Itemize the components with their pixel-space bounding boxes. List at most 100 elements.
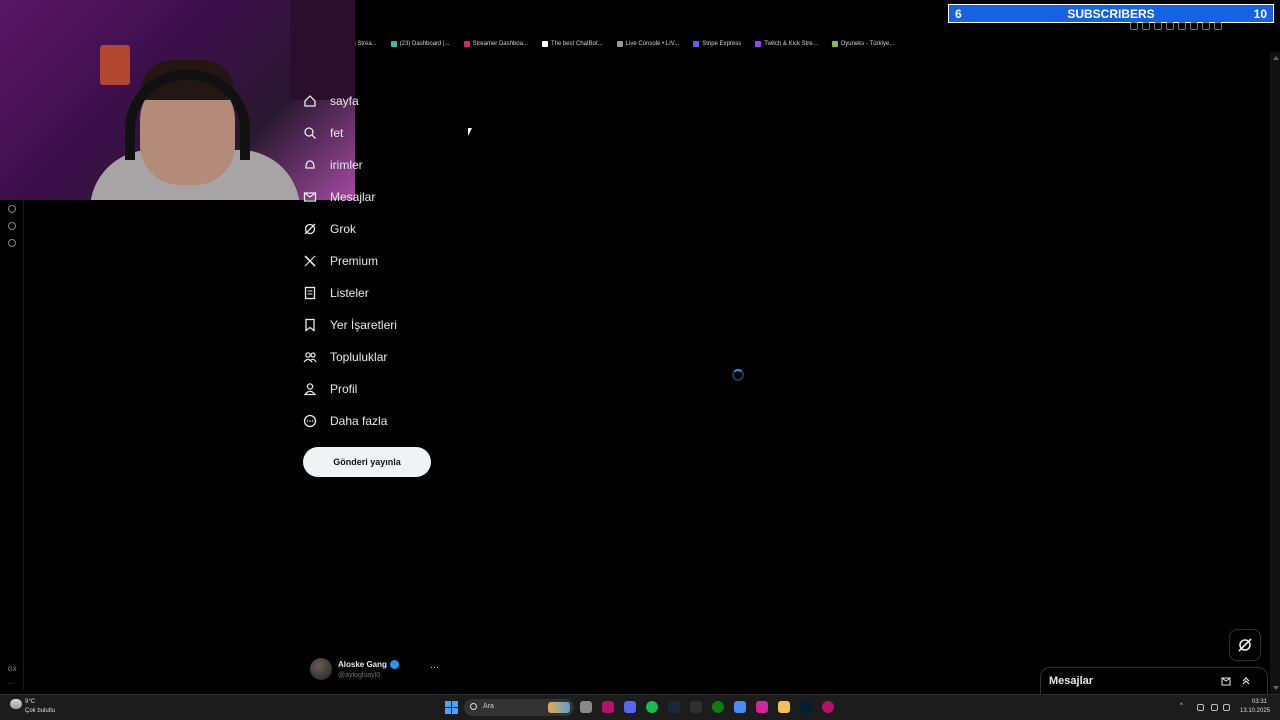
- extensions-icon[interactable]: [1154, 22, 1162, 30]
- clock-time[interactable]: 03:31: [1252, 699, 1267, 705]
- screen: ng Strea... (23) Dashboard |... Streamer D…: [0, 0, 1280, 720]
- more-circle-icon: [303, 414, 317, 428]
- chat-icon[interactable]: [1202, 22, 1210, 30]
- nav-item-label: Listeler: [330, 286, 369, 300]
- discord-icon[interactable]: [624, 701, 636, 713]
- messenger-icon[interactable]: [8, 222, 16, 230]
- play-icon[interactable]: [1178, 22, 1186, 30]
- nav-item-mail[interactable]: Mesajlar: [303, 184, 375, 210]
- bookmark-label: Streamer Dashboa...: [472, 41, 528, 47]
- history-icon[interactable]: [8, 205, 16, 213]
- zoom-icon[interactable]: [1130, 22, 1138, 30]
- nav-item-bookmark[interactable]: Yer İşaretleri: [303, 312, 397, 338]
- nav-item-label: Premium: [330, 254, 379, 268]
- nav-item-home[interactable]: sayfa: [303, 88, 359, 114]
- bookmark-item[interactable]: Live Console • LIV...: [616, 37, 679, 51]
- heart-icon[interactable]: [1190, 22, 1198, 30]
- bookmark-item[interactable]: Streamer Dashboa...: [463, 37, 528, 51]
- nav-item-search[interactable]: fet: [303, 120, 343, 146]
- scroll-down-icon[interactable]: [1273, 686, 1279, 690]
- webcam-shelf: [290, 0, 355, 100]
- bookmark-item[interactable]: Twitch & Kick Stre...: [755, 37, 818, 51]
- shield-icon[interactable]: [1166, 22, 1174, 30]
- post-button[interactable]: Gönderi yayınla: [303, 447, 431, 477]
- copilot-icon[interactable]: [734, 701, 746, 713]
- bookmark-label: Oyuneks - Türkiye...: [840, 41, 895, 47]
- nav-item-label: irimler: [330, 158, 363, 172]
- messages-drawer[interactable]: Mesajlar: [1040, 667, 1268, 694]
- profile-icon: [303, 382, 317, 396]
- avatar: [310, 658, 332, 680]
- task-view-icon[interactable]: [580, 701, 592, 713]
- subscriber-label: SUBSCRIBERS: [1067, 6, 1155, 21]
- tray-chevron-icon[interactable]: ^: [1180, 703, 1183, 709]
- instagram-icon[interactable]: [756, 701, 768, 713]
- network-icon[interactable]: [1211, 704, 1218, 711]
- bookmark-favicon-icon: [390, 41, 397, 47]
- nav-item-more-circle[interactable]: Daha fazla: [303, 408, 387, 434]
- windows-taskbar: 9°C Çok bulutlu Ara ^ 03:31 13.10.2025: [0, 694, 1280, 720]
- nav-item-bell[interactable]: irimler: [303, 152, 363, 178]
- browser-toolbar-icons: [1130, 22, 1222, 30]
- nav-item-list[interactable]: Listeler: [303, 280, 369, 306]
- steam-icon[interactable]: [668, 701, 680, 713]
- nav-item-label: fet: [330, 126, 344, 140]
- download-icon[interactable]: [1142, 22, 1150, 30]
- clock-date[interactable]: 13.10.2025: [1240, 708, 1270, 714]
- home-icon: [303, 94, 317, 108]
- expand-icon[interactable]: [1241, 676, 1251, 686]
- account-switcher[interactable]: Aloske Gang @aylogluayl0 ···: [308, 658, 448, 684]
- settings-icon[interactable]: [8, 239, 16, 247]
- bookmark-label: Stripe Express: [702, 41, 742, 47]
- profile-handle: @aylogluayl0: [338, 672, 381, 679]
- windows-start-icon[interactable]: [445, 701, 458, 714]
- nav-item-communities[interactable]: Topluluklar: [303, 344, 387, 370]
- bookmark-favicon-icon: [831, 41, 838, 47]
- search-highlight-icon: [548, 702, 570, 713]
- weather-cloud-icon[interactable]: [10, 699, 22, 709]
- bell-icon: [303, 158, 317, 172]
- search-icon: [470, 703, 477, 710]
- search-icon: [303, 126, 317, 140]
- grok-floating-button[interactable]: [1229, 629, 1261, 661]
- taskbar-search[interactable]: Ara: [464, 699, 574, 716]
- opera-icon[interactable]: [822, 701, 834, 713]
- bookmark-item[interactable]: (23) Dashboard |...: [390, 37, 450, 51]
- epic-games-icon[interactable]: [690, 701, 702, 713]
- nav-item-profile[interactable]: Profil: [303, 376, 357, 402]
- more-options-icon[interactable]: ···: [430, 662, 439, 672]
- subscriber-goal-bar: 6 SUBSCRIBERS 10: [948, 4, 1274, 23]
- nav-item-label: Yer İşaretleri: [330, 318, 397, 332]
- messages-drawer-title: Mesajlar: [1049, 675, 1094, 687]
- verified-badge-icon: [390, 660, 399, 669]
- menu-icon[interactable]: [1214, 22, 1222, 30]
- spotify-icon[interactable]: [646, 701, 658, 713]
- opera-gx-icon[interactable]: [602, 701, 614, 713]
- file-explorer-icon[interactable]: [778, 701, 790, 713]
- bookmark-item[interactable]: Oyuneks - Türkiye...: [831, 37, 895, 51]
- weather-desc: Çok bulutlu: [25, 708, 56, 714]
- xbox-icon[interactable]: [712, 701, 724, 713]
- browser-sidebar: GX ···: [0, 200, 24, 690]
- more-dots[interactable]: ···: [8, 681, 14, 687]
- bookmark-favicon-icon: [616, 41, 623, 47]
- bookmark-item[interactable]: The best ChatBot...: [541, 37, 603, 51]
- mouse-cursor-icon: [468, 128, 472, 136]
- loading-spinner-icon: [732, 369, 744, 381]
- nav-item-x-logo[interactable]: Premium: [303, 248, 378, 274]
- search-label: Ara: [483, 703, 494, 710]
- bookmark-label: (23) Dashboard |...: [399, 41, 450, 47]
- bookmark-favicon-icon: [755, 41, 762, 47]
- new-message-icon[interactable]: [1221, 676, 1231, 686]
- grok-icon: [1238, 638, 1252, 652]
- photoshop-icon[interactable]: [800, 701, 812, 713]
- gx-label: GX: [8, 667, 17, 673]
- microphone-icon[interactable]: [1197, 704, 1204, 711]
- bookmark-item[interactable]: Stripe Express: [693, 37, 741, 51]
- nav-item-grok[interactable]: Grok: [303, 216, 356, 242]
- scrollbar[interactable]: [1270, 52, 1280, 694]
- nav-item-label: Topluluklar: [330, 350, 388, 364]
- volume-icon[interactable]: [1223, 704, 1230, 711]
- bookmarks-bar: ng Strea... (23) Dashboard |... Streamer D…: [340, 37, 894, 51]
- scroll-up-icon[interactable]: [1273, 56, 1279, 60]
